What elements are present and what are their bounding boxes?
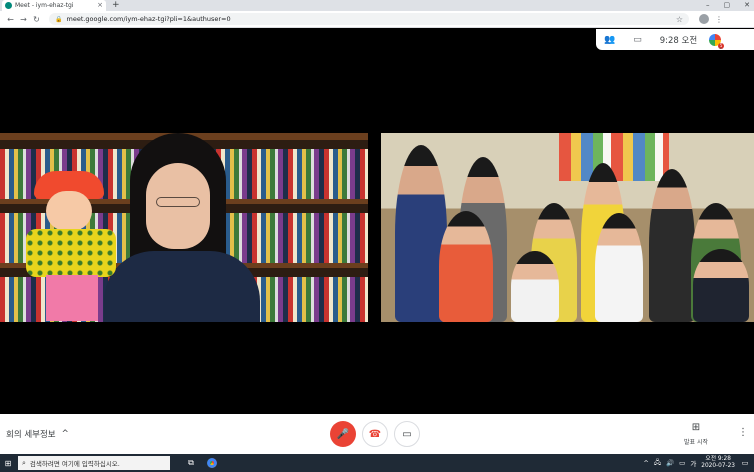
search-placeholder: 검색하려면 여기에 입력하십시오. xyxy=(29,460,120,468)
notification-center-icon[interactable]: ▭ xyxy=(740,459,750,467)
mic-off-button[interactable]: 🎤 xyxy=(330,421,356,447)
chat-icon[interactable]: ▭ xyxy=(633,35,642,45)
input-language-indicator[interactable]: 가 xyxy=(690,458,696,468)
chevron-up-icon: ^ xyxy=(61,429,69,439)
forward-arrow-icon[interactable]: → xyxy=(17,15,30,24)
meet-top-bar: 👥 ▭ 9:28 오전 5 xyxy=(596,29,754,50)
present-screen-icon: ⊞ xyxy=(691,422,701,433)
meeting-details-label: 회의 세부정보 xyxy=(6,430,56,440)
student xyxy=(511,251,559,322)
bookmark-star-icon[interactable]: ☆ xyxy=(676,15,683,24)
clock-date[interactable]: 오전 9:28 2020-07-23 xyxy=(701,456,735,470)
topbar-collapse-chevron-icon[interactable]: ⌄ xyxy=(718,44,723,51)
camera-button[interactable]: ▭ xyxy=(394,421,420,447)
address-bar[interactable]: 🔒 meet.google.com/iym-ehaz-tgi?pli=1&aut… xyxy=(49,13,689,25)
teacher-glasses xyxy=(156,197,200,207)
url-text[interactable]: meet.google.com/iym-ehaz-tgi?pli=1&authu… xyxy=(66,15,675,23)
paper-doll-face xyxy=(46,191,92,231)
video-tile-classroom[interactable] xyxy=(381,133,754,322)
meeting-details-toggle[interactable]: 회의 세부정보 ^ xyxy=(6,428,69,440)
browser-toolbar: ← → ↻ 🔒 meet.google.com/iym-ehaz-tgi?pli… xyxy=(0,11,754,28)
reload-icon[interactable]: ↻ xyxy=(30,15,43,24)
student xyxy=(595,213,643,322)
new-tab-button[interactable]: + xyxy=(112,0,120,11)
paper-doll-pants xyxy=(46,275,98,321)
tab-close-icon[interactable]: × xyxy=(97,2,103,9)
teacher-body xyxy=(104,251,260,322)
volume-icon[interactable]: 🔊 xyxy=(666,459,674,467)
browser-tab-strip: Meet - iym-ehaz-tgi × + – ▢ ✕ xyxy=(0,0,754,11)
search-icon: ⌕ xyxy=(22,458,26,467)
network-icon[interactable]: 🖧 xyxy=(654,458,661,469)
battery-icon[interactable]: ▭ xyxy=(679,459,685,467)
chrome-menu-icon[interactable]: ⋮ xyxy=(715,15,723,24)
back-arrow-icon[interactable]: ← xyxy=(4,15,17,24)
camera-icon: ▭ xyxy=(402,428,412,440)
windows-taskbar: ⊞ ⌕ 검색하려면 여기에 입력하십시오. ⧉ ^ 🖧 🔊 ▭ 가 오전 9:2… xyxy=(0,454,754,472)
paper-doll xyxy=(26,171,118,321)
profile-avatar-icon[interactable] xyxy=(699,14,709,24)
hang-up-button[interactable]: ☎ xyxy=(362,421,388,447)
system-tray: ^ 🖧 🔊 ▭ 가 오전 9:28 2020-07-23 ▭ xyxy=(643,456,754,470)
meet-favicon-icon xyxy=(5,2,12,9)
window-controls: – ▢ ✕ xyxy=(706,0,750,11)
taskbar-date: 2020-07-23 xyxy=(701,463,735,469)
tab-title: Meet - iym-ehaz-tgi xyxy=(15,2,74,9)
present-label: 발표 시작 xyxy=(684,439,708,446)
windows-start-icon[interactable]: ⊞ xyxy=(0,454,16,472)
task-view-icon[interactable]: ⧉ xyxy=(184,458,198,468)
maximize-button[interactable]: ▢ xyxy=(724,0,731,11)
paper-doll-shirt xyxy=(26,229,116,277)
close-window-button[interactable]: ✕ xyxy=(744,0,750,11)
taskbar-time: 오전 9:28 xyxy=(705,456,731,462)
student xyxy=(649,169,695,322)
present-now-button[interactable]: ⊞ 발표 시작 xyxy=(676,422,716,446)
hang-up-icon: ☎ xyxy=(368,428,382,440)
people-icon[interactable]: 👥 xyxy=(604,35,615,45)
taskbar-search-input[interactable]: ⌕ 검색하려면 여기에 입력하십시오. xyxy=(18,456,170,470)
browser-tab-meet[interactable]: Meet - iym-ehaz-tgi × xyxy=(2,0,106,11)
meet-control-bar: 회의 세부정보 ^ 🎤 ☎ ▭ ⊞ 발표 시작 ⋮ xyxy=(0,414,754,454)
tray-overflow-chevron-icon[interactable]: ^ xyxy=(643,459,648,467)
student xyxy=(693,249,749,322)
chrome-app-icon[interactable] xyxy=(204,455,220,471)
lock-icon[interactable]: 🔒 xyxy=(55,16,62,23)
student xyxy=(439,211,493,322)
meeting-clock: 9:28 오전 xyxy=(659,35,698,46)
more-options-icon[interactable]: ⋮ xyxy=(738,427,748,438)
video-tile-teacher[interactable] xyxy=(0,133,368,322)
minimize-button[interactable]: – xyxy=(706,0,710,11)
mic-off-icon: 🎤 xyxy=(336,428,350,440)
